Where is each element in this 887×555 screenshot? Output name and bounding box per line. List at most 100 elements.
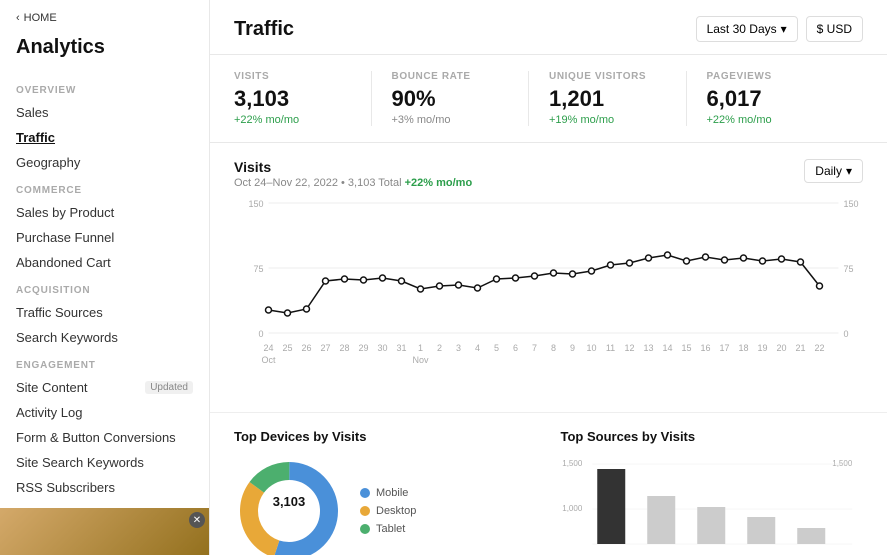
sidebar-item-search-keywords[interactable]: Search Keywords (0, 325, 209, 350)
tablet-dot (360, 524, 370, 534)
svg-text:31: 31 (396, 343, 406, 353)
svg-text:25: 25 (282, 343, 292, 353)
stat-bounce-value: 90% (392, 86, 509, 112)
svg-text:5: 5 (494, 343, 499, 353)
chart-dot (380, 275, 386, 281)
svg-text:0: 0 (844, 329, 849, 339)
svg-text:18: 18 (738, 343, 748, 353)
chart-title: Visits (234, 159, 472, 175)
chart-dot (494, 276, 500, 282)
chart-dot (551, 270, 557, 276)
sidebar-item-purchase-funnel[interactable]: Purchase Funnel (0, 225, 209, 250)
top-devices-title: Top Devices by Visits (234, 429, 537, 444)
stats-row: VISITS 3,103 +22% mo/mo BOUNCE RATE 90% … (210, 55, 887, 143)
sidebar-item-sales-by-product[interactable]: Sales by Product (0, 200, 209, 225)
desktop-label: Desktop (376, 505, 416, 517)
line-chart-wrapper: 150 75 0 150 75 0 (234, 193, 863, 396)
stat-visits: VISITS 3,103 +22% mo/mo (234, 71, 372, 126)
date-range-label: Last 30 Days (707, 22, 777, 36)
line-chart-svg: 150 75 0 150 75 0 (234, 193, 863, 393)
bar-1 (597, 469, 625, 544)
legend-mobile: Mobile (360, 487, 416, 499)
date-range-button[interactable]: Last 30 Days ▾ (696, 16, 798, 42)
bar-4 (747, 517, 775, 544)
svg-text:27: 27 (320, 343, 330, 353)
svg-text:1: 1 (418, 343, 423, 353)
sidebar-item-traffic[interactable]: Traffic (0, 125, 209, 150)
chart-dot (437, 283, 443, 289)
sidebar-item-label: Geography (16, 155, 80, 170)
acquisition-section-label: ACQUISITION (0, 275, 209, 300)
sidebar-item-activity-log[interactable]: Activity Log (0, 400, 209, 425)
chart-dot (342, 276, 348, 282)
chart-dot (570, 271, 576, 277)
home-link[interactable]: ‹ HOME (0, 0, 209, 32)
sidebar-item-abandoned-cart[interactable]: Abandoned Cart (0, 250, 209, 275)
sidebar-item-label: Traffic (16, 130, 55, 145)
sidebar-item-rss-subscribers[interactable]: RSS Subscribers (0, 475, 209, 500)
home-label: HOME (24, 12, 57, 24)
svg-text:75: 75 (253, 264, 263, 274)
donut-legend: Mobile Desktop Tablet (360, 487, 416, 535)
sidebar-item-traffic-sources[interactable]: Traffic Sources (0, 300, 209, 325)
svg-text:20: 20 (776, 343, 786, 353)
bar-3 (697, 507, 725, 544)
sidebar-item-label: Purchase Funnel (16, 230, 114, 245)
overview-section-label: OVERVIEW (0, 75, 209, 100)
mobile-dot (360, 488, 370, 498)
svg-text:19: 19 (757, 343, 767, 353)
svg-text:22: 22 (814, 343, 824, 353)
svg-text:2: 2 (437, 343, 442, 353)
legend-desktop: Desktop (360, 505, 416, 517)
svg-text:7: 7 (532, 343, 537, 353)
bar-chart-svg: 1,500 1,000 1,500 (561, 456, 864, 555)
tablet-label: Tablet (376, 523, 405, 535)
donut-value: 3,103 (273, 494, 306, 509)
sidebar-item-site-search-keywords[interactable]: Site Search Keywords (0, 450, 209, 475)
close-promo-button[interactable]: ✕ (189, 512, 205, 528)
chart-dot (646, 255, 652, 261)
svg-text:13: 13 (643, 343, 653, 353)
chart-dot (513, 275, 519, 281)
interval-button[interactable]: Daily ▾ (804, 159, 863, 183)
svg-text:6: 6 (513, 343, 518, 353)
top-sources-card: Top Sources by Visits 1,500 1,000 1,500 (561, 429, 864, 555)
stat-pageviews-change: +22% mo/mo (707, 114, 824, 126)
donut-svg: 3,103 (234, 456, 344, 555)
sidebar-item-sales[interactable]: Sales (0, 100, 209, 125)
sidebar-item-label: Form & Button Conversions (16, 430, 176, 445)
bar-chart-wrapper: 1,500 1,000 1,500 (561, 456, 864, 555)
svg-text:15: 15 (681, 343, 691, 353)
chart-dot (779, 256, 785, 262)
stat-unique-change: +19% mo/mo (549, 114, 666, 126)
svg-text:150: 150 (844, 199, 859, 209)
svg-text:16: 16 (700, 343, 710, 353)
page-header: Traffic Last 30 Days ▾ $ USD (210, 0, 887, 55)
chart-header: Visits Oct 24–Nov 22, 2022 • 3,103 Total… (234, 159, 863, 189)
engagement-section-label: ENGAGEMENT (0, 350, 209, 375)
sidebar-item-label: RSS Subscribers (16, 480, 115, 495)
svg-text:Nov: Nov (412, 355, 429, 365)
svg-text:17: 17 (719, 343, 729, 353)
sidebar-item-label: Site Search Keywords (16, 455, 144, 470)
chart-dot (665, 252, 671, 258)
interval-label: Daily (815, 164, 842, 178)
main-content: Traffic Last 30 Days ▾ $ USD VISITS 3,10… (210, 0, 887, 555)
svg-text:12: 12 (624, 343, 634, 353)
visits-chart-section: Visits Oct 24–Nov 22, 2022 • 3,103 Total… (210, 143, 887, 412)
stat-unique-value: 1,201 (549, 86, 666, 112)
currency-button[interactable]: $ USD (806, 16, 863, 42)
svg-text:Oct: Oct (261, 355, 276, 365)
sidebar-item-form-button-conversions[interactable]: Form & Button Conversions (0, 425, 209, 450)
sidebar-item-label: Traffic Sources (16, 305, 103, 320)
chart-dot (266, 307, 272, 313)
chart-dot (361, 277, 367, 283)
stat-unique-visitors: UNIQUE VISITORS 1,201 +19% mo/mo (549, 71, 687, 126)
sidebar-promo-image: ✕ (0, 508, 209, 555)
sidebar-item-label: Site Content (16, 380, 88, 395)
svg-text:150: 150 (248, 199, 263, 209)
chart-dot (817, 283, 823, 289)
bottom-section: Top Devices by Visits 3,103 (210, 412, 887, 555)
sidebar-item-site-content[interactable]: Site Content Updated (0, 375, 209, 400)
sidebar-item-geography[interactable]: Geography (0, 150, 209, 175)
